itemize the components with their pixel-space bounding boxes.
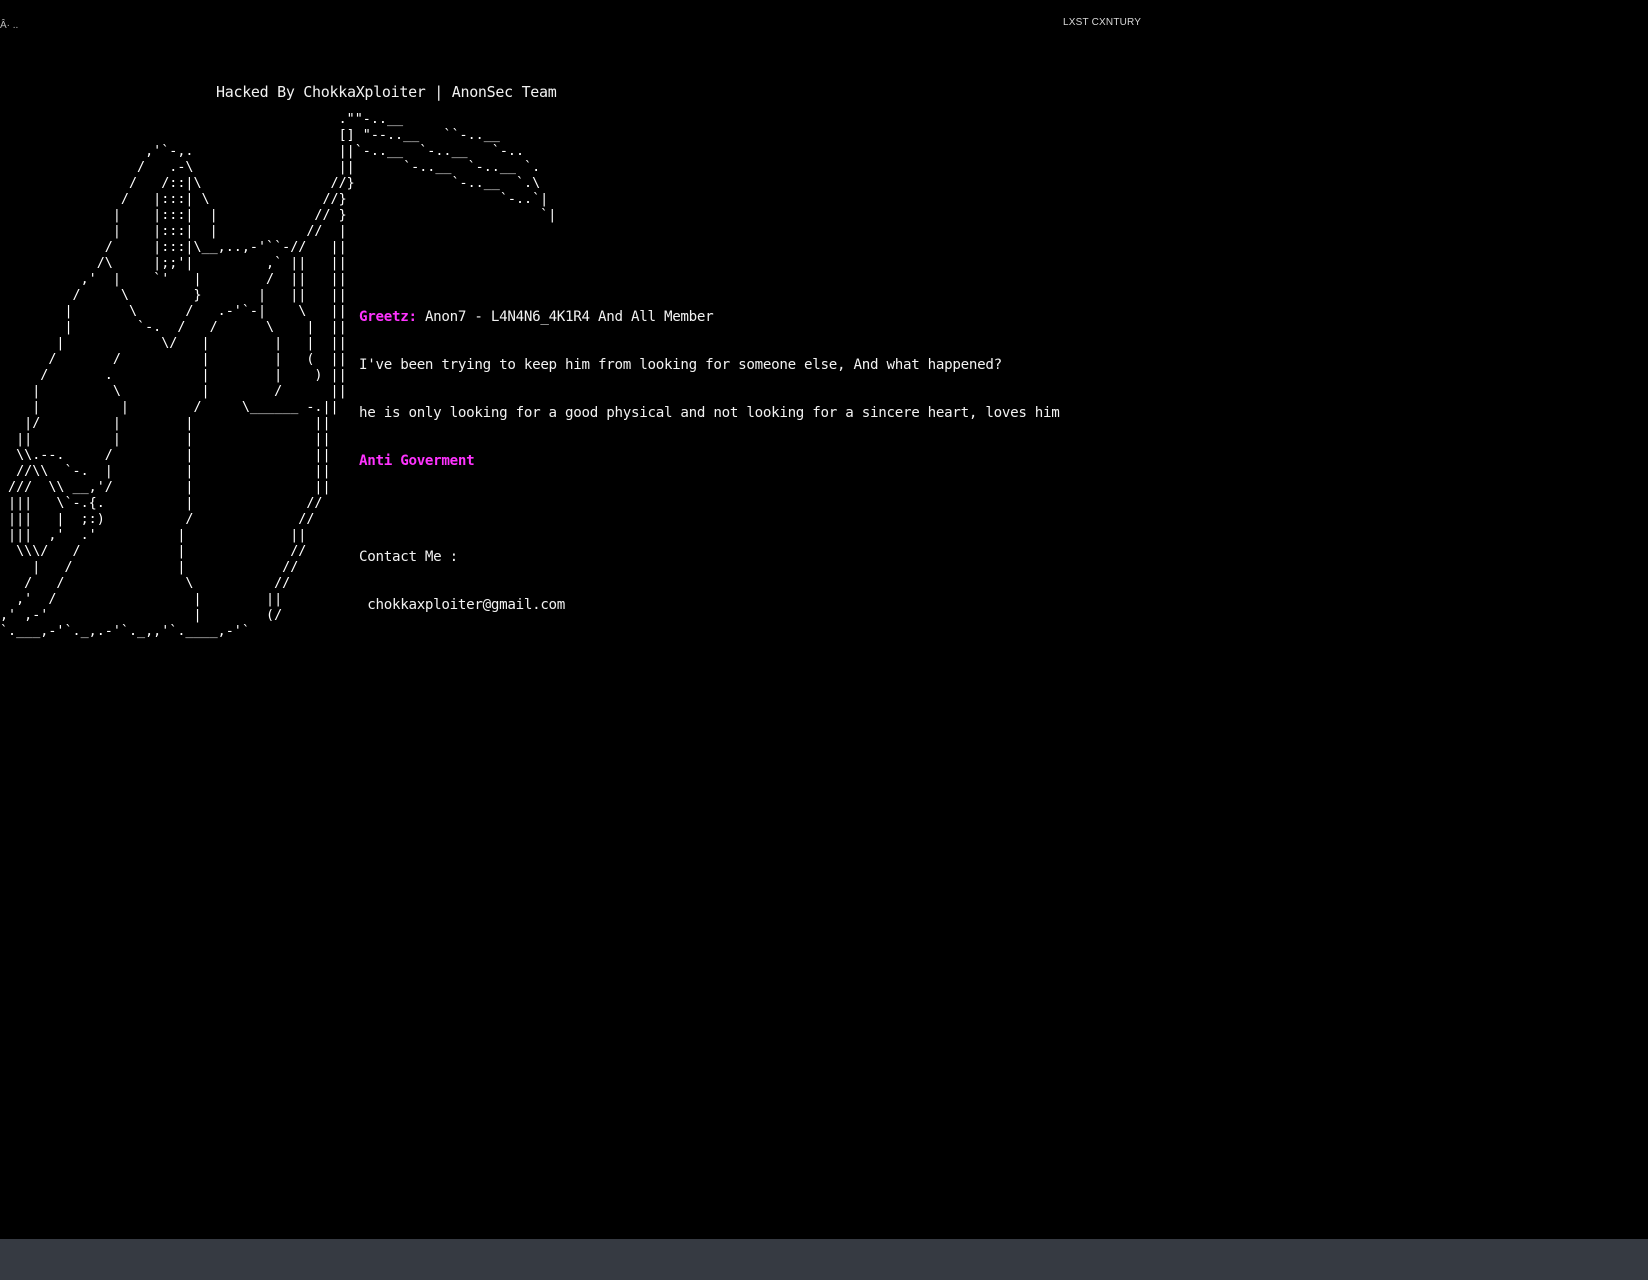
- greetz-label: Greetz:: [359, 309, 417, 325]
- bottom-bar: [0, 1239, 1648, 1280]
- defaced-page: Â· .. LXST CXNTURY Hacked By ChokkaXploi…: [0, 0, 1648, 1280]
- slogan: Anti Goverment: [359, 453, 475, 469]
- greetz-line: Greetz: Anon7 - L4N4N6_4K1R4 And All Mem…: [359, 309, 1060, 325]
- corner-label: LXST CXNTURY: [1063, 17, 1142, 28]
- contact-email: chokkaxploiter@gmail.com: [359, 597, 566, 613]
- corner-glyph: Â· ..: [0, 20, 19, 31]
- greetz-text: Anon7 - L4N4N6_4K1R4 And All Member: [416, 309, 714, 325]
- message-block: Greetz: Anon7 - L4N4N6_4K1R4 And All Mem…: [359, 277, 1060, 645]
- page-headline: Hacked By ChokkaXploiter | AnonSec Team: [216, 83, 557, 101]
- message-line-1: I've been trying to keep him from lookin…: [359, 357, 1002, 373]
- message-line-2: he is only looking for a good physical a…: [359, 405, 1060, 421]
- contact-label: Contact Me :: [359, 549, 458, 565]
